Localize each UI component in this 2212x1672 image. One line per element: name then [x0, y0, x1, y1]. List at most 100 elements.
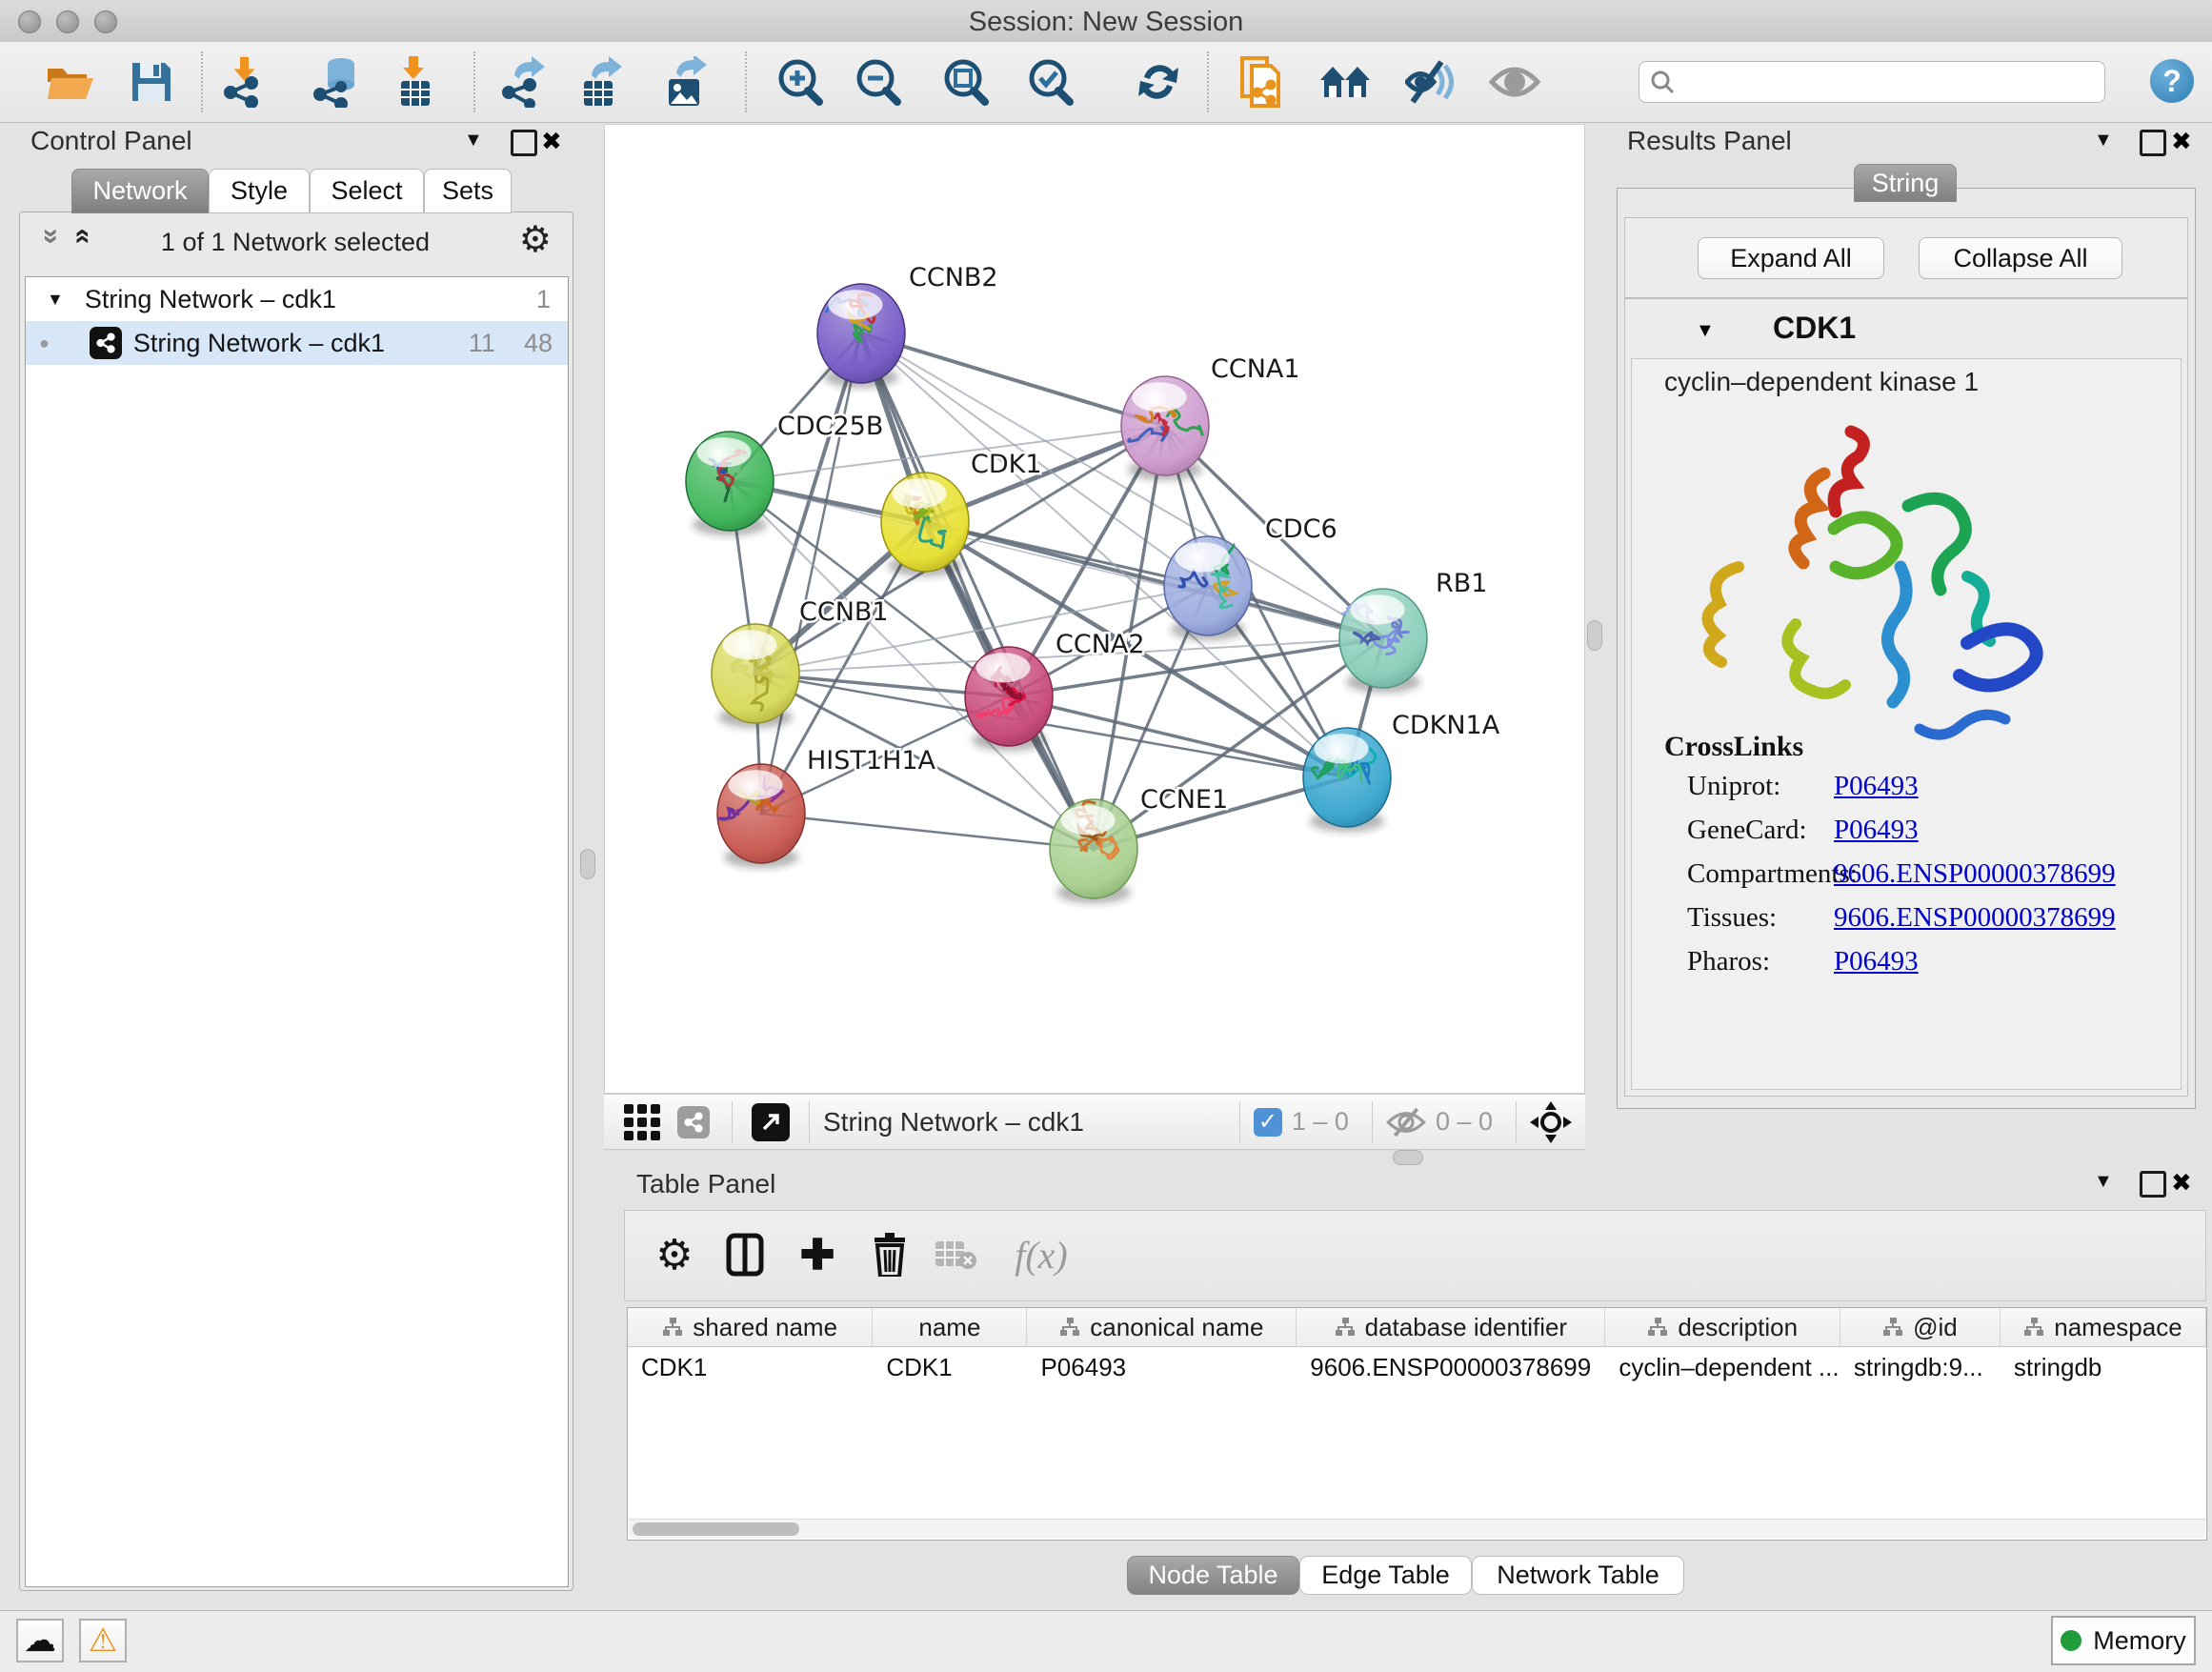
- birdseye-view-button[interactable]: [746, 1103, 795, 1141]
- tab-network[interactable]: Network: [71, 169, 209, 213]
- network-node[interactable]: [965, 647, 1053, 751]
- zoom-out-button[interactable]: [851, 55, 904, 109]
- home-button[interactable]: [1318, 55, 1372, 109]
- network-edge[interactable]: [761, 814, 1094, 849]
- tab-style[interactable]: Style: [209, 169, 310, 213]
- table-horizontal-scrollbar[interactable]: [629, 1519, 2205, 1539]
- column-header-description[interactable]: description: [1605, 1308, 1840, 1346]
- function-builder-button[interactable]: f(x): [998, 1224, 1084, 1285]
- hidden-elements-icon[interactable]: [1386, 1106, 1426, 1138]
- network-node[interactable]: [1339, 589, 1427, 693]
- zoom-in-button[interactable]: [773, 55, 826, 109]
- network-node[interactable]: [686, 432, 774, 535]
- crosslink-pharos-link[interactable]: P06493: [1834, 946, 1919, 977]
- show-panels-button[interactable]: [1488, 55, 1541, 109]
- tab-sets[interactable]: Sets: [424, 169, 512, 213]
- crosslink-genecard-link[interactable]: P06493: [1834, 815, 1919, 846]
- column-header-shared-name[interactable]: shared name: [628, 1308, 873, 1346]
- table-cell[interactable]: cyclin–dependent ...: [1605, 1353, 1840, 1382]
- network-tree-item-row[interactable]: ● String Network – cdk1 11 48: [26, 321, 568, 365]
- add-column-button[interactable]: ✚: [789, 1224, 846, 1285]
- table-cell[interactable]: stringdb:9...: [1840, 1353, 2001, 1382]
- tab-edge-table[interactable]: Edge Table: [1299, 1556, 1472, 1595]
- results-panel-maximize-button[interactable]: [2140, 130, 2166, 161]
- control-panel-float-button[interactable]: ▼: [464, 130, 483, 151]
- crosslink-tissues-link[interactable]: 9606.ENSP00000378699: [1834, 902, 2116, 934]
- column-header-canonical-name[interactable]: canonical name: [1027, 1308, 1297, 1346]
- network-node[interactable]: [817, 284, 905, 388]
- network-node[interactable]: [881, 473, 969, 576]
- table-panel-close-button[interactable]: ✖: [2171, 1168, 2192, 1198]
- table-cell[interactable]: CDK1: [873, 1353, 1027, 1382]
- crosslink-compartments-link[interactable]: 9606.ENSP00000378699: [1834, 858, 2116, 890]
- network-canvas[interactable]: CCNB2CCNA1CDC25BCDK1CDC6RB1CCNB1CCNA2CDK…: [604, 124, 1585, 1094]
- export-network-button[interactable]: [498, 55, 552, 109]
- results-panel-close-button[interactable]: ✖: [2171, 127, 2192, 156]
- column-header-database-identifier[interactable]: database identifier: [1297, 1308, 1605, 1346]
- expand-all-button[interactable]: Expand All: [1698, 237, 1884, 279]
- column-header-name[interactable]: name: [873, 1308, 1027, 1346]
- tab-network-table[interactable]: Network Table: [1472, 1556, 1684, 1595]
- import-network-from-database-button[interactable]: [312, 55, 365, 109]
- search-input[interactable]: [1676, 63, 2104, 101]
- table-cell[interactable]: P06493: [1027, 1353, 1297, 1382]
- vertical-splitter-handle[interactable]: [580, 849, 595, 879]
- horizontal-splitter-handle[interactable]: [1393, 1150, 1423, 1165]
- control-panel-close-button[interactable]: ✖: [541, 127, 562, 156]
- table-cell[interactable]: 9606.ENSP00000378699: [1297, 1353, 1605, 1382]
- table-panel-maximize-button[interactable]: [2140, 1171, 2166, 1202]
- tree-expand-icon[interactable]: ▼: [47, 290, 64, 310]
- cloud-status-button[interactable]: ☁: [16, 1619, 64, 1662]
- column-header-namespace[interactable]: namespace: [2001, 1308, 2206, 1346]
- fit-content-crosshair-button[interactable]: [1530, 1101, 1572, 1143]
- column-header--id[interactable]: @id: [1840, 1308, 2001, 1346]
- delete-column-button[interactable]: [861, 1224, 918, 1285]
- vertical-splitter-handle[interactable]: [1587, 620, 1602, 651]
- network-edge[interactable]: [861, 333, 1165, 426]
- network-options-gear-icon[interactable]: ⚙: [519, 218, 552, 261]
- import-network-button[interactable]: [220, 55, 273, 109]
- network-node[interactable]: [1164, 536, 1252, 640]
- export-image-button[interactable]: [660, 55, 714, 109]
- table-cell[interactable]: CDK1: [628, 1353, 873, 1382]
- help-button[interactable]: ?: [2150, 59, 2194, 103]
- refresh-button[interactable]: [1132, 55, 1185, 109]
- grid-view-button[interactable]: [615, 1104, 669, 1140]
- network-tree-root-row[interactable]: ▼ String Network – cdk1 1: [26, 277, 568, 321]
- crosslink-uniprot-link[interactable]: P06493: [1834, 771, 1919, 802]
- table-settings-gear-icon[interactable]: ⚙: [646, 1224, 703, 1285]
- table-cell[interactable]: stringdb: [2001, 1353, 2206, 1382]
- network-node[interactable]: [712, 624, 799, 728]
- scrollbar-thumb[interactable]: [633, 1522, 799, 1536]
- network-node[interactable]: [1121, 376, 1209, 480]
- share-document-button[interactable]: [1236, 55, 1289, 109]
- network-edge[interactable]: [761, 333, 861, 814]
- tab-select[interactable]: Select: [310, 169, 424, 213]
- collapse-all-button[interactable]: Collapse All: [1919, 237, 2122, 279]
- show-columns-button[interactable]: [716, 1224, 774, 1285]
- network-share-button[interactable]: [669, 1106, 718, 1138]
- entry-collapse-icon[interactable]: ▼: [1696, 320, 1715, 342]
- zoom-selected-button[interactable]: [1023, 55, 1076, 109]
- network-node[interactable]: [1050, 799, 1137, 903]
- warnings-button[interactable]: ⚠: [79, 1619, 127, 1662]
- tab-string[interactable]: String: [1854, 164, 1957, 202]
- zoom-fit-button[interactable]: [938, 55, 992, 109]
- column-header-label: @id: [1913, 1313, 1958, 1342]
- memory-button[interactable]: Memory: [2051, 1616, 2196, 1665]
- table-panel-float-button[interactable]: ▼: [2094, 1171, 2113, 1193]
- delete-table-button[interactable]: [928, 1224, 985, 1285]
- results-panel-float-button[interactable]: ▼: [2094, 130, 2113, 151]
- open-session-button[interactable]: [44, 55, 97, 109]
- tab-node-table[interactable]: Node Table: [1127, 1556, 1299, 1595]
- import-table-button[interactable]: [389, 55, 442, 109]
- hide-panels-button[interactable]: [1404, 55, 1458, 109]
- selected-nodes-checkbox[interactable]: ✓: [1254, 1108, 1282, 1137]
- table-row[interactable]: CDK1CDK1P064939606.ENSP00000378699cyclin…: [628, 1347, 2206, 1387]
- save-session-button[interactable]: [125, 55, 178, 109]
- network-node[interactable]: [717, 764, 805, 868]
- network-node[interactable]: [1303, 728, 1391, 832]
- export-table-button[interactable]: [575, 55, 629, 109]
- control-panel-maximize-button[interactable]: [511, 130, 537, 161]
- string-network-graph[interactable]: CCNB2CCNA1CDC25BCDK1CDC6RB1CCNB1CCNA2CDK…: [605, 125, 1584, 1093]
